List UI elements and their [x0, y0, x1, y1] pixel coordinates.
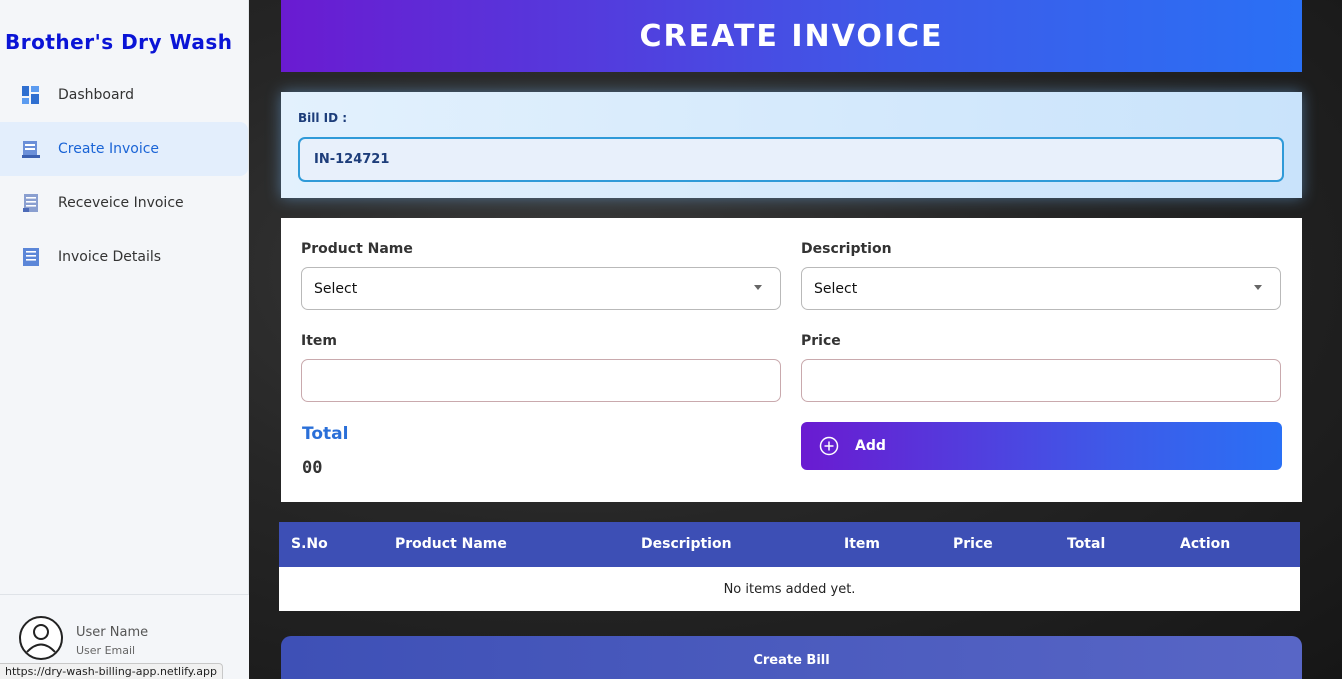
brand-title: Brother's Dry Wash [5, 30, 233, 54]
status-bar-url: https://dry-wash-billing-app.netlify.app [0, 663, 223, 679]
bill-id-section: Bill ID : [281, 92, 1302, 198]
total-label: Total [302, 424, 349, 444]
sidebar-item-create-invoice[interactable]: Create Invoice [0, 122, 248, 176]
column-header-total: Total [1067, 536, 1106, 552]
chevron-down-icon [754, 285, 762, 290]
product-name-label: Product Name [301, 241, 413, 257]
bill-id-label: Bill ID : [298, 111, 348, 125]
user-avatar-icon [18, 615, 64, 661]
sidebar: Brother's Dry Wash Dashboard Create Invo… [0, 0, 249, 679]
sidebar-item-label: Create Invoice [58, 141, 160, 157]
main-content: CREATE INVOICE Bill ID : Product Name Se… [249, 0, 1342, 679]
dashboard-icon [20, 84, 42, 106]
total-value: 00 [302, 458, 323, 478]
column-header-action: Action [1180, 536, 1231, 552]
item-label: Item [301, 333, 337, 349]
price-input[interactable] [801, 359, 1281, 402]
add-button-label: Add [855, 438, 886, 454]
bill-id-input[interactable] [298, 137, 1284, 182]
column-header-description: Description [641, 536, 732, 552]
invoice-form: Product Name Select Description Select I… [281, 218, 1302, 502]
sidebar-item-dashboard[interactable]: Dashboard [0, 68, 249, 122]
column-header-product-name: Product Name [395, 536, 507, 552]
table-row: No items added yet. [279, 567, 1300, 611]
add-item-button[interactable]: Add [801, 422, 1282, 470]
page-title: CREATE INVOICE [639, 18, 944, 54]
create-invoice-icon [20, 138, 42, 160]
description-select[interactable]: Select [801, 267, 1281, 310]
sidebar-item-label: Receveice Invoice [58, 195, 184, 211]
create-bill-button[interactable]: Create Bill [281, 636, 1302, 679]
table-header: S.No Product Name Description Item Price… [279, 522, 1300, 567]
invoice-items-table: S.No Product Name Description Item Price… [279, 522, 1300, 611]
sidebar-item-receive-invoice[interactable]: Receveice Invoice [0, 176, 249, 230]
invoice-details-icon [20, 246, 42, 268]
empty-table-message: No items added yet. [723, 581, 856, 597]
user-email: User Email [76, 644, 136, 657]
price-label: Price [801, 333, 841, 349]
plus-circle-icon [819, 436, 839, 456]
column-header-price: Price [953, 536, 993, 552]
description-label: Description [801, 241, 892, 257]
page-header: CREATE INVOICE [281, 0, 1302, 72]
chevron-down-icon [1254, 285, 1262, 290]
description-value: Select [814, 280, 858, 297]
sidebar-nav: Dashboard Create Invoice Receveice Invoi… [0, 68, 249, 284]
column-header-sno: S.No [291, 536, 328, 552]
receive-invoice-icon [20, 192, 42, 214]
item-input[interactable] [301, 359, 781, 402]
sidebar-item-label: Invoice Details [58, 249, 162, 265]
column-header-item: Item [844, 536, 880, 552]
user-name: User Name [76, 625, 149, 640]
sidebar-item-label: Dashboard [58, 87, 134, 103]
product-name-value: Select [314, 280, 358, 297]
sidebar-item-invoice-details[interactable]: Invoice Details [0, 230, 249, 284]
product-name-select[interactable]: Select [301, 267, 781, 310]
